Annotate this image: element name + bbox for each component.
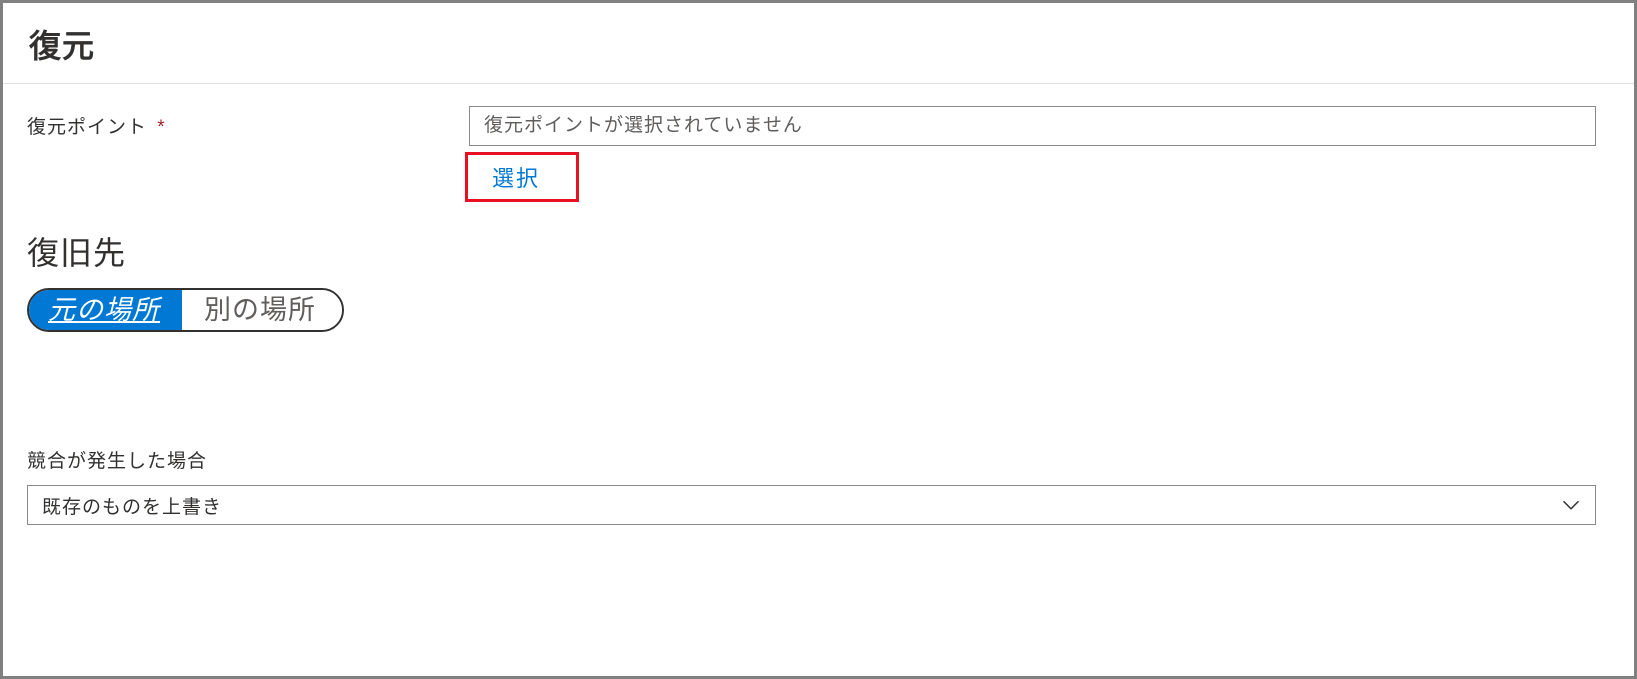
destination-heading: 復旧先 <box>27 228 1610 274</box>
required-asterisk: * <box>157 117 165 138</box>
restore-point-control: 選択 <box>469 106 1610 202</box>
select-restore-point-link[interactable]: 選択 <box>492 166 540 191</box>
destination-option-original[interactable]: 元の場所 <box>28 289 182 331</box>
chevron-down-icon <box>1561 495 1581 515</box>
dialog-content: 復元ポイント * 選択 復旧先 元の場所 別の場所 競合が発生した場合 既存のも… <box>3 84 1634 525</box>
restore-point-input[interactable] <box>469 106 1596 146</box>
select-link-highlight: 選択 <box>465 152 579 202</box>
restore-point-label: 復元ポイント * <box>27 106 469 139</box>
destination-option-alternate[interactable]: 別の場所 <box>182 290 342 330</box>
restore-point-row: 復元ポイント * 選択 <box>27 106 1610 202</box>
conflict-dropdown[interactable]: 既存のものを上書き <box>27 485 1596 525</box>
dialog-title: 復元 <box>29 21 1608 67</box>
restore-point-label-text: 復元ポイント <box>27 117 147 138</box>
dialog-header: 復元 <box>3 3 1634 84</box>
conflict-section: 競合が発生した場合 既存のものを上書き <box>27 446 1610 525</box>
destination-toggle: 元の場所 別の場所 <box>27 288 344 332</box>
conflict-dropdown-value: 既存のものを上書き <box>42 492 222 519</box>
conflict-label: 競合が発生した場合 <box>27 446 1610 473</box>
